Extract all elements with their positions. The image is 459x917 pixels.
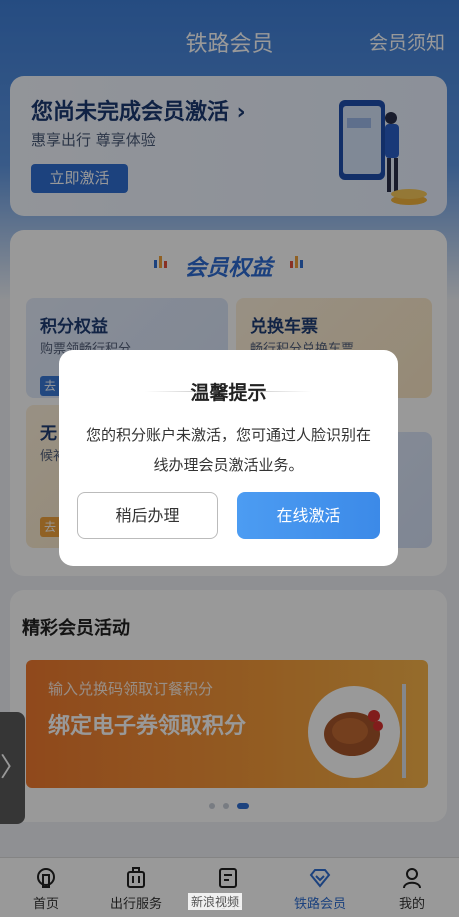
- dialog-message: 您的积分账户未激活，您可通过人脸识别在线办理会员激活业务。: [85, 426, 371, 474]
- watermark: 新浪视频: [188, 893, 243, 910]
- title-divider-right: [258, 391, 312, 392]
- warm-tip-dialog: 温馨提示 您的积分账户未激活，您可通过人脸识别在线办理会员激活业务。 稍后办理 …: [59, 350, 398, 566]
- dialog-title: 温馨提示: [190, 382, 267, 404]
- later-button[interactable]: 稍后办理: [77, 492, 218, 539]
- activate-online-button[interactable]: 在线激活: [237, 492, 380, 539]
